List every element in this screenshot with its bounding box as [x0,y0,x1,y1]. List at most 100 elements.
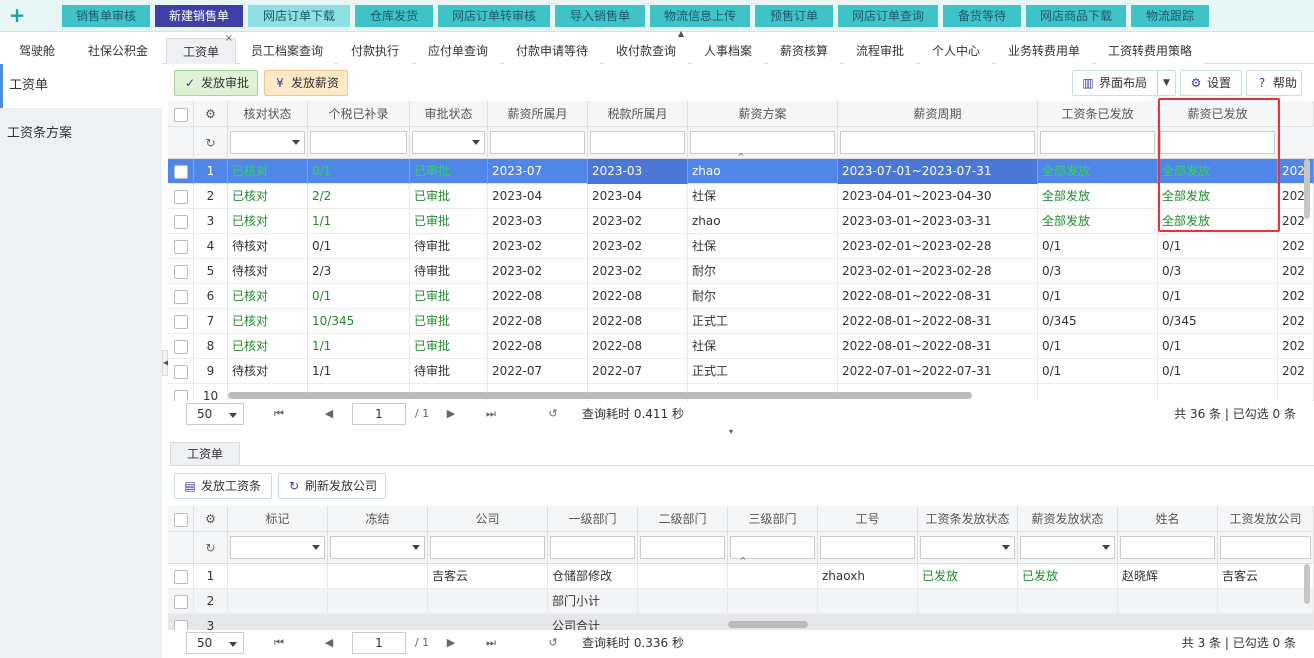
table-row[interactable]: 4 待核对 0/1 待审批 2023-02 2023-02 社保 2023-02-01~202… [168,234,1314,259]
row-checkbox[interactable] [173,264,188,279]
quick-btn-goods-download[interactable]: 网店商品下载 [1026,5,1126,27]
filter-dept-2[interactable] [640,536,725,559]
tab-payment-exec[interactable]: 付款执行 [338,38,412,64]
filter-employee-no[interactable] [820,536,915,559]
row-checkbox[interactable] [173,214,188,229]
filter-name[interactable] [1120,536,1215,559]
table-row[interactable]: 2 已核对 2/2 已审批 2023-04 2023-04 社保 2023-04-01~202… [168,184,1314,209]
send-payslip-button[interactable]: ▤ 发放工资条 [174,473,272,499]
col-pay-company[interactable]: 工资发放公司 [1218,506,1314,532]
sub-page-size-select[interactable]: 50 [186,632,244,654]
filter-tax-month[interactable] [590,131,685,154]
col-salary-status[interactable]: 薪资发放状态 [1018,506,1118,532]
tab-salary-calc[interactable]: 薪资核算 [768,38,840,64]
col-dept-1[interactable]: 一级部门 [548,506,638,532]
sub-column-settings-icon[interactable]: ⚙ [194,506,228,532]
first-page-icon[interactable]: ⏮ [272,633,286,653]
tab-business-expense[interactable]: 业务转费用单 [996,38,1092,64]
row-checkbox[interactable] [173,339,188,354]
sub-refresh-filter-icon[interactable]: ↻ [194,532,228,564]
col-salary-scheme[interactable]: 薪资方案 [688,101,838,127]
prev-page-icon[interactable]: ◀ [322,633,336,653]
col-frozen[interactable]: 冻结 [328,506,428,532]
refresh-company-button[interactable]: ↻ 刷新发放公司 [278,473,386,499]
tab-social-insurance[interactable]: 社保公积金 [74,38,162,64]
filter-salary-scheme[interactable] [690,131,835,154]
tab-payslip[interactable]: 工资单 × [166,33,236,64]
row-checkbox[interactable] [173,189,188,204]
horizontal-scrollbar[interactable] [228,392,972,399]
tab-payable-query[interactable]: 应付单查询 [416,38,500,64]
help-button[interactable]: ? 帮助 [1246,70,1302,96]
reload-icon[interactable]: ↺ [546,404,560,424]
quick-btn-shop-order-download[interactable]: 网店订单下载 [248,5,350,27]
filter-frozen[interactable] [330,536,425,559]
tab-personal-center[interactable]: 个人中心 [920,38,992,64]
page-size-select[interactable]: 50 [186,403,244,425]
table-row[interactable]: 5 待核对 2/3 待审批 2023-02 2023-02 耐尔 2023-02-01~202… [168,259,1314,284]
row-checkbox[interactable] [173,389,188,401]
tab-receipt-query[interactable]: 收付款查询 [604,38,688,64]
chevron-down-icon[interactable]: ▼ [1157,71,1175,95]
next-page-icon[interactable]: ▶ [444,404,458,424]
col-mark[interactable]: 标记 [228,506,328,532]
filter-mark[interactable] [230,536,325,559]
col-salary-paid[interactable]: 薪资已发放 [1158,101,1278,127]
tab-payment-apply-wait[interactable]: 付款申请等待 [504,38,600,64]
last-page-icon[interactable]: ⏭ [484,633,498,653]
quick-btn-order-to-audit[interactable]: 网店订单转审核 [438,5,550,27]
table-row[interactable]: 1 已核对 0/1 已审批 2023-07 2023-03 zhao 2023-07-01~2… [168,159,1314,184]
sub-tab-payslip[interactable]: 工资单 [170,442,240,466]
sidebar-item-payslip[interactable]: 工资单 [0,64,162,108]
filter-dept-1[interactable] [550,536,635,559]
quick-btn-shop-order-query[interactable]: 网店订单查询 [838,5,938,27]
quick-btn-sales-audit[interactable]: 销售单审核 [62,5,150,27]
tab-workflow-approval[interactable]: 流程审批 [844,38,916,64]
page-number-input[interactable]: 1 [352,403,406,425]
last-page-icon[interactable]: ⏭ [484,404,498,424]
row-checkbox[interactable] [173,364,188,379]
next-page-icon[interactable]: ▶ [444,633,458,653]
row-checkbox[interactable] [173,619,188,630]
quick-btn-warehouse-ship[interactable]: 仓库发货 [355,5,433,27]
refresh-filter-icon[interactable]: ↻ [194,127,228,159]
collapse-up-icon[interactable]: ▲ [666,30,696,38]
tab-employee-archive[interactable]: 员工档案查询 [240,38,334,64]
table-row[interactable]: 6 已核对 0/1 已审批 2022-08 2022-08 耐尔 2022-08-01~202… [168,284,1314,309]
layout-button[interactable]: ▥ 界面布局 ▼ [1072,70,1176,96]
close-icon[interactable]: × [225,33,233,45]
approve-button[interactable]: ✓ 发放审批 [174,70,258,96]
sidebar-item-payslip-scheme[interactable]: 工资条方案 [0,112,162,156]
row-checkbox[interactable] [173,594,188,609]
sub-vertical-scrollbar[interactable] [1304,564,1310,604]
row-checkbox[interactable] [173,314,188,329]
prev-page-icon[interactable]: ◀ [322,404,336,424]
tab-cockpit[interactable]: 驾驶舱 [0,38,74,64]
table-row[interactable]: 3 已核对 1/1 已审批 2023-03 2023-02 zhao 2023-03-01~2… [168,209,1314,234]
filter-pay-company[interactable] [1220,536,1311,559]
column-settings-icon[interactable]: ⚙ [194,101,228,127]
first-page-icon[interactable]: ⏮ [272,404,286,424]
quick-btn-logistics-upload[interactable]: 物流信息上传 [650,5,750,27]
col-salary-period[interactable]: 薪资周期 [838,101,1038,127]
splitter-handle-icon[interactable]: ▾ [716,428,746,436]
table-row[interactable]: 7 已核对 10/345 已审批 2022-08 2022-08 正式工 2022-08-01… [168,309,1314,334]
col-tax-month[interactable]: 税款所属月 [588,101,688,127]
quick-btn-stock-wait[interactable]: 备货等待 [943,5,1021,27]
quick-btn-presale[interactable]: 预售订单 [755,5,833,27]
sub-horizontal-scrollbar[interactable] [728,621,808,628]
row-checkbox[interactable] [173,289,188,304]
settings-button[interactable]: ⚙ 设置 [1180,70,1242,96]
col-check-status[interactable]: 核对状态 [228,101,308,127]
col-name[interactable]: 姓名 [1118,506,1218,532]
filter-salary-status[interactable] [1020,536,1115,559]
col-dept-2[interactable]: 二级部门 [638,506,728,532]
tab-salary-expense-strategy[interactable]: 工资转费用策略 [1096,38,1204,64]
filter-salary-period[interactable] [840,131,1035,154]
filter-tax-supplement[interactable] [310,131,407,154]
filter-company[interactable] [430,536,545,559]
pay-salary-button[interactable]: ¥ 发放薪资 [264,70,348,96]
tab-hr-archive[interactable]: 人事档案 [692,38,764,64]
col-employee-no[interactable]: 工号 [818,506,918,532]
filter-payslip-sent[interactable] [1040,131,1155,154]
